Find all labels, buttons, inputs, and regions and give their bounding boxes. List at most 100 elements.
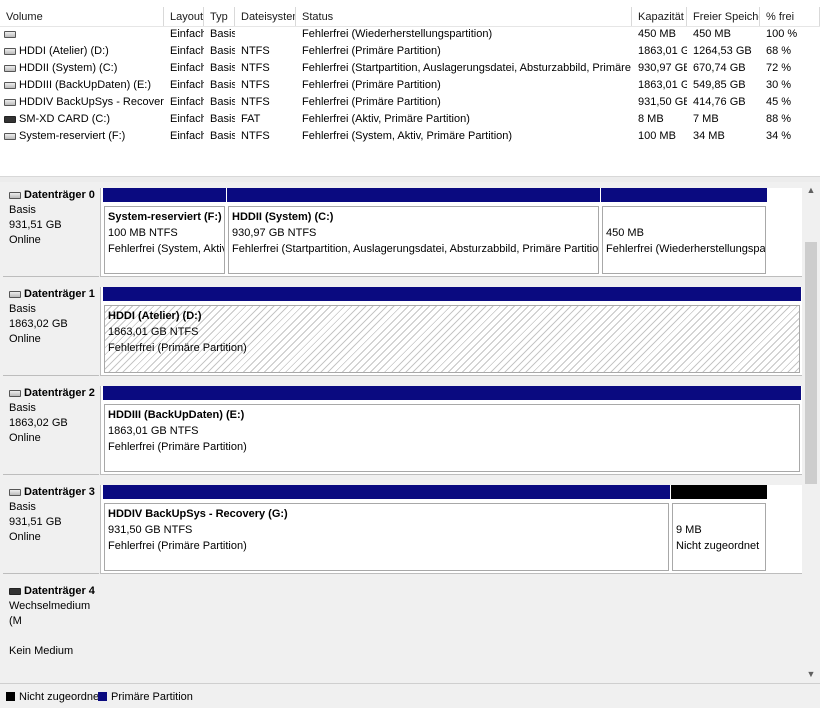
disk-partitions-empty: [100, 584, 802, 673]
partition-size: 930,97 GB NTFS: [232, 227, 317, 239]
partition-status: Nicht zugeordnet: [676, 540, 760, 552]
disk-state: Online: [9, 234, 41, 246]
cell-typ: Basis: [210, 28, 235, 40]
partition-hddiv-backupsys[interactable]: HDDIV BackUpSys - Recovery (G:) 931,50 G…: [103, 485, 670, 574]
partition-size: 450 MB: [606, 227, 644, 239]
table-row[interactable]: Einfach Basis Fehlerfrei (Wiederherstellun…: [0, 26, 820, 43]
cell-volume: HDDI (Atelier) (D:): [0, 43, 164, 60]
cell-layout: Einfach: [170, 96, 204, 108]
partition-color-bar: [227, 188, 600, 202]
partition-name: HDDIV BackUpSys - Recovery (G:): [108, 508, 288, 520]
partition-body[interactable]: 9 MB Nicht zugeordnet: [672, 503, 766, 571]
vertical-scrollbar[interactable]: ▲ ▼: [802, 182, 820, 683]
partition-body[interactable]: HDDII (System) (C:) 930,97 GB NTFS Fehle…: [228, 206, 599, 274]
cell-typ: Basis: [210, 45, 235, 57]
cell-status: Fehlerfrei (Wiederherstellungspartition): [302, 28, 493, 40]
disk-type: Basis: [9, 303, 36, 315]
cell-typ: Basis: [210, 62, 235, 74]
cell-pct: 45 %: [766, 96, 792, 108]
table-row[interactable]: System-reserviert (F:) Einfach Basis NTFS Fe…: [0, 128, 820, 145]
disk-info[interactable]: Datenträger 2 Basis 1863,02 GB Online: [3, 386, 99, 475]
column-header-dateisystem[interactable]: Dateisystem: [235, 7, 296, 27]
cell-layout: Einfach: [170, 62, 204, 74]
drive-icon: [9, 489, 21, 496]
partition-recovery[interactable]: 450 MB Fehlerfrei (Wiederherstellungspar…: [601, 188, 767, 277]
partition-body[interactable]: System-reserviert (F:) 100 MB NTFS Fehle…: [104, 206, 225, 274]
partition-color-bar: [103, 188, 226, 202]
partition-hddiii-backupdaten[interactable]: HDDIII (BackUpDaten) (E:) 1863,01 GB NTF…: [103, 386, 801, 475]
table-row[interactable]: HDDI (Atelier) (D:) Einfach Basis NTFS Fehle…: [0, 43, 820, 60]
disk-info[interactable]: Datenträger 3 Basis 931,51 GB Online: [3, 485, 99, 574]
disk-info[interactable]: Datenträger 1 Basis 1863,02 GB Online: [3, 287, 99, 376]
disk-type: Basis: [9, 402, 36, 414]
drive-icon: [4, 48, 16, 55]
drive-icon: [4, 82, 16, 89]
partition-system-reserviert[interactable]: System-reserviert (F:) 100 MB NTFS Fehle…: [103, 188, 226, 277]
cell-status: Fehlerfrei (Aktiv, Primäre Partition): [302, 113, 470, 125]
column-header-layout[interactable]: Layout: [164, 7, 204, 27]
scrollbar-thumb[interactable]: [805, 242, 817, 484]
partition-status: Fehlerfrei (Startpartition, Auslagerungs…: [232, 243, 599, 255]
partition-unallocated[interactable]: 9 MB Nicht zugeordnet: [671, 485, 767, 574]
disk-type: Basis: [9, 204, 36, 216]
drive-icon: [4, 65, 16, 72]
partition-name: HDDIII (BackUpDaten) (E:): [108, 409, 245, 421]
partition-name: System-reserviert (F:): [108, 211, 222, 223]
cell-free: 450 MB: [693, 28, 731, 40]
legend-item-unallocated: Nicht zugeordnet: [6, 690, 102, 704]
partition-body[interactable]: 450 MB Fehlerfrei (Wiederherstellungspar…: [602, 206, 766, 274]
column-header-status[interactable]: Status: [296, 7, 632, 27]
column-header-volume[interactable]: Volume: [0, 7, 164, 27]
cell-layout: Einfach: [170, 28, 204, 40]
partition-name: HDDII (System) (C:): [232, 211, 334, 223]
partition-body[interactable]: HDDIII (BackUpDaten) (E:) 1863,01 GB NTF…: [104, 404, 800, 472]
cell-layout: Einfach: [170, 130, 204, 142]
disk-info[interactable]: Datenträger 4 Wechselmedium (M Kein Medi…: [3, 584, 99, 673]
partition-size: 1863,01 GB NTFS: [108, 425, 199, 437]
cell-status: Fehlerfrei (Startpartition, Auslagerungs…: [302, 62, 632, 74]
partition-size: 9 MB: [676, 524, 702, 536]
drive-icon: [9, 291, 21, 298]
column-header-prozent-frei[interactable]: % frei: [760, 7, 820, 27]
disk-partitions: HDDIV BackUpSys - Recovery (G:) 931,50 G…: [100, 485, 802, 574]
disk-info[interactable]: Datenträger 0 Basis 931,51 GB Online: [3, 188, 99, 277]
cell-cap: 8 MB: [638, 113, 664, 125]
partition-color-bar: [601, 188, 767, 202]
table-row[interactable]: HDDIII (BackUpDaten) (E:) Einfach Basis NTF…: [0, 77, 820, 94]
partition-body[interactable]: HDDIV BackUpSys - Recovery (G:) 931,50 G…: [104, 503, 669, 571]
disk-3[interactable]: Datenträger 3 Basis 931,51 GB Online HDD…: [0, 479, 802, 574]
partition-size: 100 MB NTFS: [108, 227, 178, 239]
partition-hddii-system[interactable]: HDDII (System) (C:) 930,97 GB NTFS Fehle…: [227, 188, 600, 277]
disk-1[interactable]: Datenträger 1 Basis 1863,02 GB Online HD…: [0, 281, 802, 376]
legend-item-primary: Primäre Partition: [98, 690, 193, 704]
cell-typ: Basis: [210, 96, 235, 108]
table-row[interactable]: HDDIV BackUpSys - Recovery (G:) Einfach Ba…: [0, 94, 820, 111]
partition-hddi-atelier[interactable]: HDDI (Atelier) (D:) 1863,01 GB NTFS Fehl…: [103, 287, 801, 376]
removable-drive-icon: [9, 588, 21, 595]
partition-name: [676, 506, 762, 522]
card-icon: [4, 116, 16, 123]
column-header-freier-speicher[interactable]: Freier Speicher: [687, 7, 760, 27]
partition-status: Fehlerfrei (Wiederherstellungspartitio: [606, 243, 766, 255]
cell-fs: NTFS: [241, 96, 270, 108]
scroll-down-arrow-icon[interactable]: ▼: [802, 666, 820, 683]
disk-2[interactable]: Datenträger 2 Basis 1863,02 GB Online HD…: [0, 380, 802, 475]
scroll-up-arrow-icon[interactable]: ▲: [802, 182, 820, 199]
cell-free: 549,85 GB: [693, 79, 746, 91]
disk-size: 931,51 GB: [9, 516, 62, 528]
cell-pct: 30 %: [766, 79, 792, 91]
disk-size: 1863,02 GB: [9, 417, 68, 429]
table-row[interactable]: HDDII (System) (C:) Einfach Basis NTFS Fehle…: [0, 60, 820, 77]
cell-status: Fehlerfrei (System, Aktiv, Primäre Parti…: [302, 130, 513, 142]
partition-color-bar: [103, 386, 801, 400]
volume-name: HDDI (Atelier) (D:): [19, 45, 109, 57]
disk-4[interactable]: Datenträger 4 Wechselmedium (M Kein Medi…: [0, 578, 802, 673]
column-header-typ[interactable]: Typ: [204, 7, 235, 27]
column-header-kapazitaet[interactable]: Kapazität: [632, 7, 687, 27]
partition-body-selected[interactable]: HDDI (Atelier) (D:) 1863,01 GB NTFS Fehl…: [104, 305, 800, 373]
drive-icon: [4, 99, 16, 106]
cell-cap: 1863,01 GB: [638, 45, 687, 57]
table-row[interactable]: SM-XD CARD (C:) Einfach Basis FAT Fehlerfrei…: [0, 111, 820, 128]
volume-name: HDDII (System) (C:): [19, 62, 118, 74]
disk-0[interactable]: Datenträger 0 Basis 931,51 GB Online Sys…: [0, 182, 802, 277]
